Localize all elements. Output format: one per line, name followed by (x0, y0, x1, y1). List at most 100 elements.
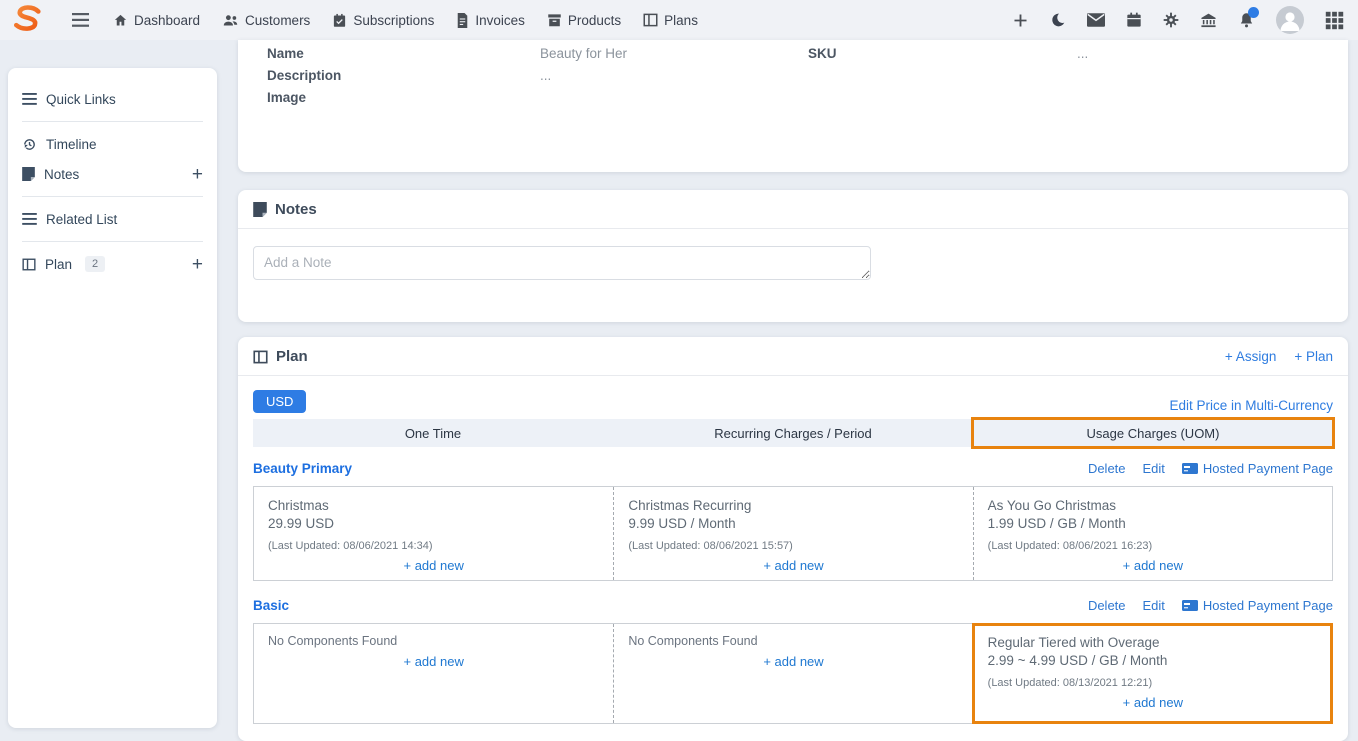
sidebar-item-notes[interactable]: Notes + (22, 159, 203, 189)
add-button[interactable] (1012, 12, 1029, 29)
product-sku-value: ... (1077, 45, 1348, 62)
product-description-label: Description (267, 67, 540, 84)
quick-links-sidebar: Quick Links Timeline Notes + (8, 68, 217, 728)
nav-item-invoices[interactable]: Invoices (456, 13, 525, 28)
hosted-payment-page-link[interactable]: Hosted Payment Page (1182, 598, 1333, 613)
charge-type-tabs: One Time Recurring Charges / Period Usag… (253, 419, 1333, 447)
no-components-label: No Components Found (268, 634, 599, 648)
currency-usd-badge[interactable]: USD (253, 390, 306, 413)
add-plan-button[interactable]: + (192, 255, 203, 274)
menu-toggle-icon[interactable] (72, 13, 89, 27)
calendar-icon[interactable] (1126, 12, 1142, 28)
add-new-link[interactable]: + add new (628, 558, 958, 573)
columns-icon (643, 13, 658, 27)
tab-usage-charges[interactable]: Usage Charges (UOM) (973, 419, 1333, 447)
plan-group-header: Beauty Primary Delete Edit Hosted Paymen… (253, 461, 1333, 476)
divider (22, 241, 203, 242)
navbar-actions (1012, 6, 1344, 34)
assign-plan-link[interactable]: + Assign (1225, 349, 1276, 364)
plan-count-badge: 2 (85, 256, 105, 272)
tab-recurring-charges[interactable]: Recurring Charges / Period (613, 419, 973, 447)
component-cell: As You Go Christmas 1.99 USD / GB / Mont… (973, 487, 1332, 580)
nav-item-plans[interactable]: Plans (643, 13, 698, 28)
component-price: 2.99 ~ 4.99 USD / GB / Month (988, 652, 1318, 670)
add-new-link[interactable]: + add new (988, 558, 1318, 573)
component-last-updated: (Last Updated: 08/13/2021 12:21) (988, 677, 1318, 689)
bank-icon[interactable] (1200, 12, 1217, 28)
top-navbar: Dashboard Customers Subscriptions (0, 0, 1358, 40)
apps-grid-icon[interactable] (1325, 11, 1344, 30)
list-icon (22, 213, 37, 225)
product-details-card: Name Beauty for Her SKU ... Description … (238, 40, 1348, 172)
nav-item-subscriptions[interactable]: Subscriptions (332, 13, 434, 28)
product-name-label: Name (267, 45, 540, 62)
note-icon (253, 202, 267, 217)
user-avatar[interactable] (1276, 6, 1304, 34)
plan-group-name[interactable]: Beauty Primary (253, 461, 352, 476)
component-cell-empty: No Components Found + add new (254, 624, 613, 723)
divider (22, 121, 203, 122)
component-cell: Christmas 29.99 USD (Last Updated: 08/06… (254, 487, 613, 580)
nav-item-products[interactable]: Products (547, 13, 621, 28)
app-logo[interactable] (10, 3, 44, 37)
plan-card: Plan + Assign + Plan USD Edit Price in M… (238, 337, 1348, 741)
product-image-label: Image (267, 89, 540, 106)
component-cell: Christmas Recurring 9.99 USD / Month (La… (613, 487, 972, 580)
component-price: 29.99 USD (268, 515, 599, 533)
hosted-payment-page-link[interactable]: Hosted Payment Page (1182, 461, 1333, 476)
component-last-updated: (Last Updated: 08/06/2021 16:23) (988, 540, 1318, 552)
sidebar-item-plan[interactable]: Plan 2 + (22, 249, 203, 279)
component-cell-empty: No Components Found + add new (613, 624, 972, 723)
product-name-value: Beauty for Her (540, 45, 808, 62)
edit-plan-link[interactable]: Edit (1143, 598, 1165, 613)
component-name: As You Go Christmas (988, 497, 1318, 515)
component-price: 1.99 USD / GB / Month (988, 515, 1318, 533)
nav-item-dashboard[interactable]: Dashboard (113, 13, 200, 28)
new-plan-link[interactable]: + Plan (1294, 349, 1333, 364)
quick-links-header[interactable]: Quick Links (22, 84, 203, 114)
add-new-link[interactable]: + add new (628, 654, 958, 669)
edit-multi-currency-link[interactable]: Edit Price in Multi-Currency (1169, 398, 1333, 413)
users-icon (222, 13, 239, 28)
main-content: Name Beauty for Her SKU ... Description … (238, 40, 1348, 741)
gear-icon[interactable] (1163, 12, 1179, 28)
notification-dot (1248, 7, 1259, 18)
components-table: No Components Found + add new No Compone… (253, 623, 1333, 724)
add-note-input[interactable] (253, 246, 871, 280)
archive-icon (547, 13, 562, 27)
notifications-bell-icon[interactable] (1238, 11, 1255, 29)
calendar-check-icon (332, 13, 347, 28)
dark-mode-toggle-icon[interactable] (1050, 12, 1066, 28)
no-components-label: No Components Found (628, 634, 958, 648)
columns-icon (253, 350, 268, 364)
sidebar-item-timeline[interactable]: Timeline (22, 129, 203, 159)
list-icon (22, 93, 37, 105)
delete-plan-link[interactable]: Delete (1088, 461, 1126, 476)
plan-group-header: Basic Delete Edit Hosted Payment Page (253, 598, 1333, 613)
main-nav: Dashboard Customers Subscriptions (113, 13, 698, 28)
plan-group-name[interactable]: Basic (253, 598, 289, 613)
component-last-updated: (Last Updated: 08/06/2021 15:57) (628, 540, 958, 552)
nav-item-customers[interactable]: Customers (222, 13, 310, 28)
add-note-button[interactable]: + (192, 165, 203, 184)
component-name: Christmas (268, 497, 599, 515)
product-description-value: ... (540, 67, 808, 84)
notes-title: Notes (275, 201, 317, 218)
product-sku-label: SKU (808, 45, 1077, 62)
mail-icon[interactable] (1087, 13, 1105, 27)
tab-one-time[interactable]: One Time (253, 419, 613, 447)
add-new-link[interactable]: + add new (988, 695, 1318, 710)
edit-plan-link[interactable]: Edit (1143, 461, 1165, 476)
divider (22, 196, 203, 197)
delete-plan-link[interactable]: Delete (1088, 598, 1126, 613)
notes-card: Notes (238, 190, 1348, 322)
add-new-link[interactable]: + add new (268, 558, 599, 573)
component-last-updated: (Last Updated: 08/06/2021 14:34) (268, 540, 599, 552)
plan-title: Plan (276, 348, 308, 365)
add-new-link[interactable]: + add new (268, 654, 599, 669)
components-table: Christmas 29.99 USD (Last Updated: 08/06… (253, 486, 1333, 581)
credit-card-icon (1182, 463, 1198, 474)
home-icon (113, 13, 128, 28)
related-list-header[interactable]: Related List (22, 204, 203, 234)
columns-icon (22, 258, 36, 271)
